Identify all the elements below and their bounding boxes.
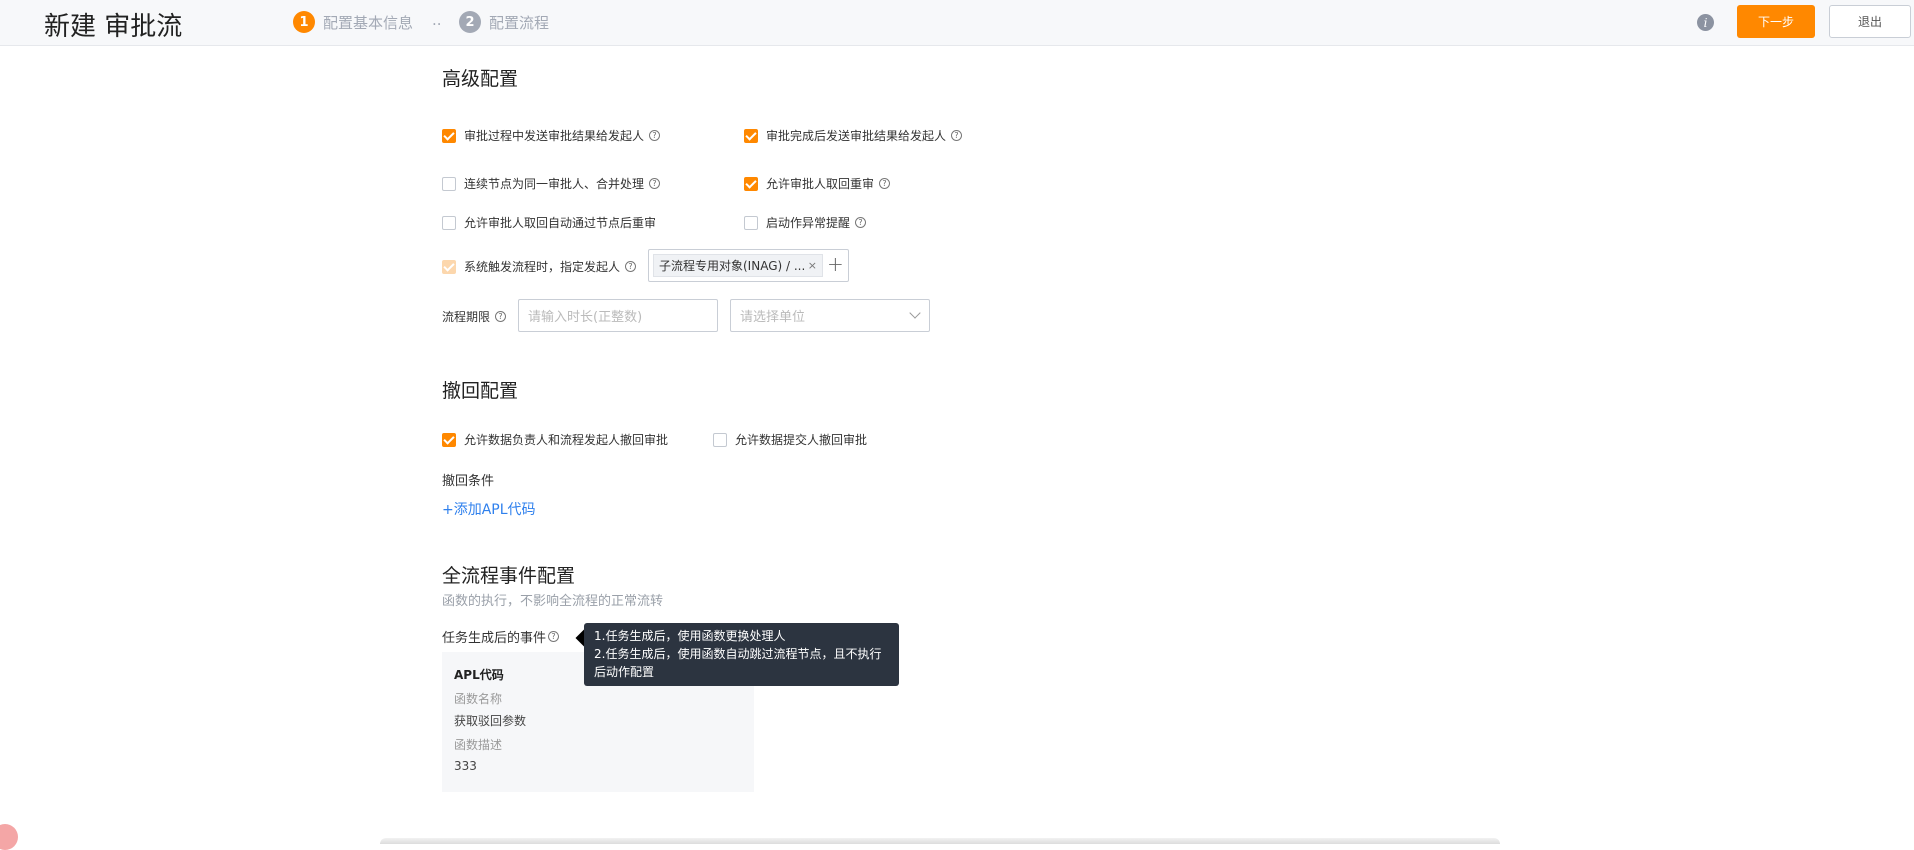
plus-icon[interactable]: + <box>827 252 844 276</box>
help-icon[interactable]: ? <box>879 178 891 189</box>
tooltip: 1.任务生成后，使用函数更换处理人 2.任务生成后，使用函数自动跳过流程节点，且… <box>584 623 899 686</box>
duration-input[interactable]: 请输入时长(正整数) <box>518 299 718 332</box>
option-owner-withdraw[interactable]: 允许数据负责人和流程发起人撤回审批 <box>442 431 668 448</box>
step-label: 配置流程 <box>489 13 550 32</box>
deadline-label: 流程期限 ? <box>442 308 507 325</box>
checkbox[interactable] <box>744 176 758 191</box>
option-submitter-withdraw[interactable]: 允许数据提交人撤回审批 <box>713 431 867 448</box>
initiator-select[interactable]: 子流程专用对象(INAG) / ... × + <box>648 249 849 282</box>
help-icon[interactable]: ? <box>951 130 963 141</box>
checkbox[interactable] <box>744 128 758 143</box>
option-retrieve-auto-passed[interactable]: 允许审批人取回自动通过节点后重审 <box>442 214 656 231</box>
option-send-result-after[interactable]: 审批完成后发送审批结果给发起人 ? <box>744 127 963 144</box>
task-event-label: 任务生成后的事件 ? <box>442 627 560 646</box>
checkbox[interactable] <box>713 432 727 447</box>
function-name-value: 获取驳回参数 <box>454 714 527 728</box>
withdraw-condition-label: 撤回条件 <box>442 474 495 489</box>
add-apl-link[interactable]: +添加APL代码 <box>442 499 536 519</box>
checkbox[interactable] <box>442 176 456 191</box>
option-label: 允许审批人取回重审 <box>766 177 875 191</box>
option-label: 允许审批人取回自动通过节点后重审 <box>464 216 657 230</box>
checkbox <box>442 259 456 274</box>
tooltip-line: 2.任务生成后，使用函数自动跳过流程节点，且不执行后动作配置 <box>594 647 882 679</box>
task-event-label-text: 任务生成后的事件 <box>442 631 547 646</box>
tooltip-line: 1.任务生成后，使用函数更换处理人 <box>594 629 786 643</box>
checkbox[interactable] <box>442 215 456 230</box>
help-icon[interactable]: ? <box>855 217 867 228</box>
step-basic-info[interactable]: 1 配置基本信息 <box>293 11 413 33</box>
event-config-title: 全流程事件配置 <box>442 565 576 587</box>
checkbox[interactable] <box>744 215 758 230</box>
option-allow-retrieve[interactable]: 允许审批人取回重审 ? <box>744 175 891 192</box>
step-separator: .. <box>432 11 442 29</box>
withdraw-config-title: 撤回配置 <box>442 380 519 402</box>
checkbox[interactable] <box>442 432 456 447</box>
option-action-error-alert[interactable]: 启动作异常提醒 ? <box>744 214 867 231</box>
step-number: 1 <box>293 11 315 33</box>
chevron-down-icon <box>909 307 921 319</box>
unit-select[interactable]: 请选择单位 <box>730 299 930 332</box>
bottom-panel-edge <box>380 838 1500 844</box>
help-icon[interactable]: ? <box>649 130 661 141</box>
page-title: 新建 审批流 <box>44 12 183 42</box>
step-flow-config[interactable]: 2 配置流程 <box>459 11 549 33</box>
option-label: 系统触发流程时，指定发起人 <box>464 260 621 274</box>
floating-dot[interactable] <box>0 824 18 850</box>
close-icon[interactable]: × <box>808 259 817 272</box>
help-icon[interactable]: ? <box>495 311 507 322</box>
option-merge-same-approver[interactable]: 连续节点为同一审批人、合并处理 ? <box>442 175 661 192</box>
checkbox[interactable] <box>442 128 456 143</box>
help-icon[interactable]: ? <box>649 178 661 189</box>
advanced-config-title: 高级配置 <box>442 68 519 90</box>
info-icon[interactable]: i <box>1697 14 1714 31</box>
option-label: 审批过程中发送审批结果给发起人 <box>464 129 645 143</box>
exit-button[interactable]: 退出 <box>1829 5 1911 38</box>
option-label: 审批完成后发送审批结果给发起人 <box>766 129 947 143</box>
event-config-subtitle: 函数的执行，不影响全流程的正常流转 <box>442 594 664 609</box>
initiator-tag: 子流程专用对象(INAG) / ... × <box>653 254 823 277</box>
unit-placeholder: 请选择单位 <box>740 310 806 325</box>
apl-title: APL代码 <box>454 668 504 682</box>
step-number: 2 <box>459 11 481 33</box>
step-label: 配置基本信息 <box>323 13 414 32</box>
duration-placeholder: 请输入时长(正整数) <box>528 310 643 325</box>
next-step-button[interactable]: 下一步 <box>1737 5 1815 38</box>
help-icon[interactable]: ? <box>548 631 560 642</box>
option-send-result-during[interactable]: 审批过程中发送审批结果给发起人 ? <box>442 127 661 144</box>
option-label: 允许数据提交人撤回审批 <box>735 433 868 447</box>
header-bar: 新建 审批流 1 配置基本信息 .. 2 配置流程 i 下一步 退出 <box>0 0 1914 46</box>
option-label: 启动作异常提醒 <box>766 216 851 230</box>
function-name-key: 函数名称 <box>454 692 503 706</box>
deadline-label-text: 流程期限 <box>442 310 491 324</box>
function-desc-key: 函数描述 <box>454 738 503 752</box>
option-system-trigger-initiator: 系统触发流程时，指定发起人 ? <box>442 258 637 275</box>
help-icon[interactable]: ? <box>625 261 637 272</box>
option-label: 连续节点为同一审批人、合并处理 <box>464 177 645 191</box>
function-desc-value: 333 <box>454 759 477 773</box>
option-label: 允许数据负责人和流程发起人撤回审批 <box>464 433 669 447</box>
tag-label: 子流程专用对象(INAG) / ... <box>659 259 806 273</box>
